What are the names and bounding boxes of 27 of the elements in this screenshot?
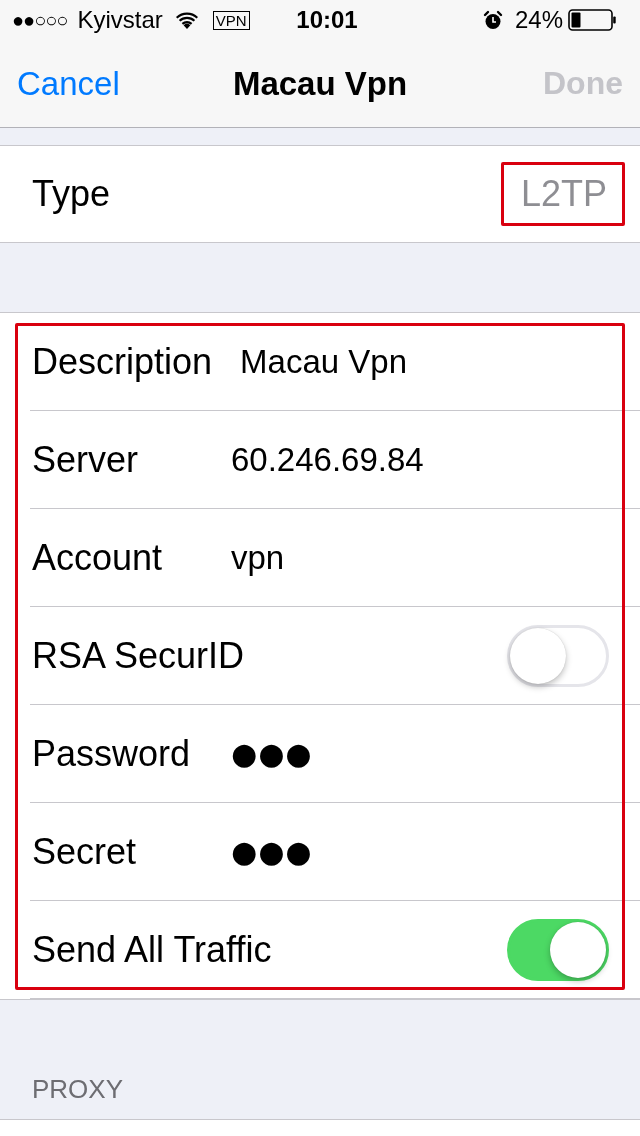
screen-title: Macau Vpn <box>232 63 408 104</box>
alarm-clock-icon <box>482 10 503 30</box>
text-field[interactable]: vpn <box>231 537 285 578</box>
field-label: Description <box>32 339 213 384</box>
cancel-button[interactable]: Cancel <box>17 63 120 104</box>
toggle-switch[interactable] <box>507 918 609 981</box>
field-label: Account <box>32 535 164 580</box>
carrier-name: Kyivstar <box>77 8 163 32</box>
type-row[interactable]: Type L2TP <box>0 145 640 243</box>
field-label: Secret <box>32 829 138 874</box>
section-header: PROXY <box>32 1074 124 1104</box>
password-field[interactable]: ●●● <box>231 735 313 772</box>
field-label: Send All Traffic <box>32 927 272 972</box>
text-field[interactable]: Macau Vpn <box>240 341 407 382</box>
battery-icon <box>568 9 616 31</box>
password-field[interactable]: ●●● <box>231 833 313 870</box>
type-label: Type <box>32 172 111 216</box>
field-label: RSA SecurID <box>32 633 245 678</box>
field-label: Server <box>32 437 140 482</box>
wifi-icon <box>174 11 199 29</box>
battery-percentage: 24% <box>514 8 563 32</box>
type-value: L2TP <box>520 172 607 216</box>
field-label: Password <box>32 731 192 776</box>
status-time: 10:01 <box>296 8 358 32</box>
vpn-indicator: VPN <box>212 10 250 30</box>
text-field[interactable]: 60.246.69.84 <box>231 439 424 480</box>
signal-strength: ●●○○○ <box>12 10 68 30</box>
